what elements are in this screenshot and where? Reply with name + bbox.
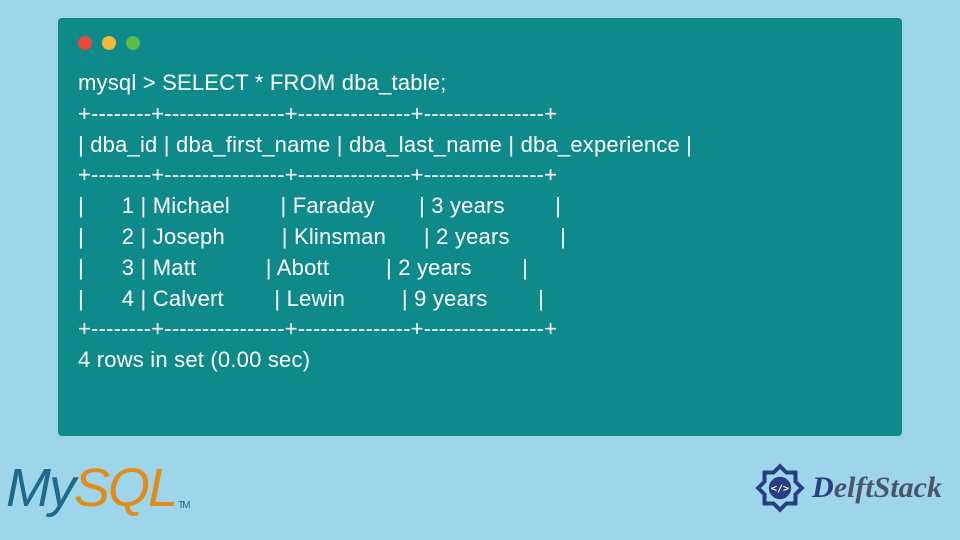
sql-prompt: mysql > SELECT * FROM dba_table;: [78, 70, 447, 95]
status-line: 4 rows in set (0.00 sec): [78, 347, 310, 372]
mysql-logo-my: My: [6, 457, 74, 519]
svg-text:</>: </>: [771, 483, 789, 494]
terminal-window: mysql > SELECT * FROM dba_table; +------…: [58, 18, 902, 436]
table-border: +--------+----------------+-------------…: [78, 101, 557, 126]
footer: MySQLTM </> DelftStack: [6, 454, 942, 522]
mysql-logo-sql: SQL: [74, 457, 176, 519]
table-row: | 4 | Calvert | Lewin | 9 years |: [78, 286, 544, 311]
mysql-logo-tm: TM: [178, 500, 188, 519]
close-icon: [78, 36, 92, 50]
table-border: +--------+----------------+-------------…: [78, 162, 557, 187]
terminal-output: mysql > SELECT * FROM dba_table; +------…: [78, 68, 882, 376]
delftstack-rest: elftStack: [834, 471, 942, 504]
table-header: | dba_id | dba_first_name | dba_last_nam…: [78, 132, 692, 157]
mysql-logo: MySQLTM: [6, 457, 189, 519]
table-border: +--------+----------------+-------------…: [78, 316, 557, 341]
delftstack-d: D: [812, 471, 834, 504]
table-row: | 2 | Joseph | Klinsman | 2 years |: [78, 224, 566, 249]
window-controls: [78, 36, 882, 50]
delftstack-text: DelftStack: [812, 471, 942, 505]
minimize-icon: [102, 36, 116, 50]
table-row: | 1 | Michael | Faraday | 3 years |: [78, 193, 561, 218]
delftstack-icon: </>: [752, 460, 808, 516]
delftstack-logo: </> DelftStack: [752, 460, 942, 516]
table-row: | 3 | Matt | Abott | 2 years |: [78, 255, 528, 280]
maximize-icon: [126, 36, 140, 50]
